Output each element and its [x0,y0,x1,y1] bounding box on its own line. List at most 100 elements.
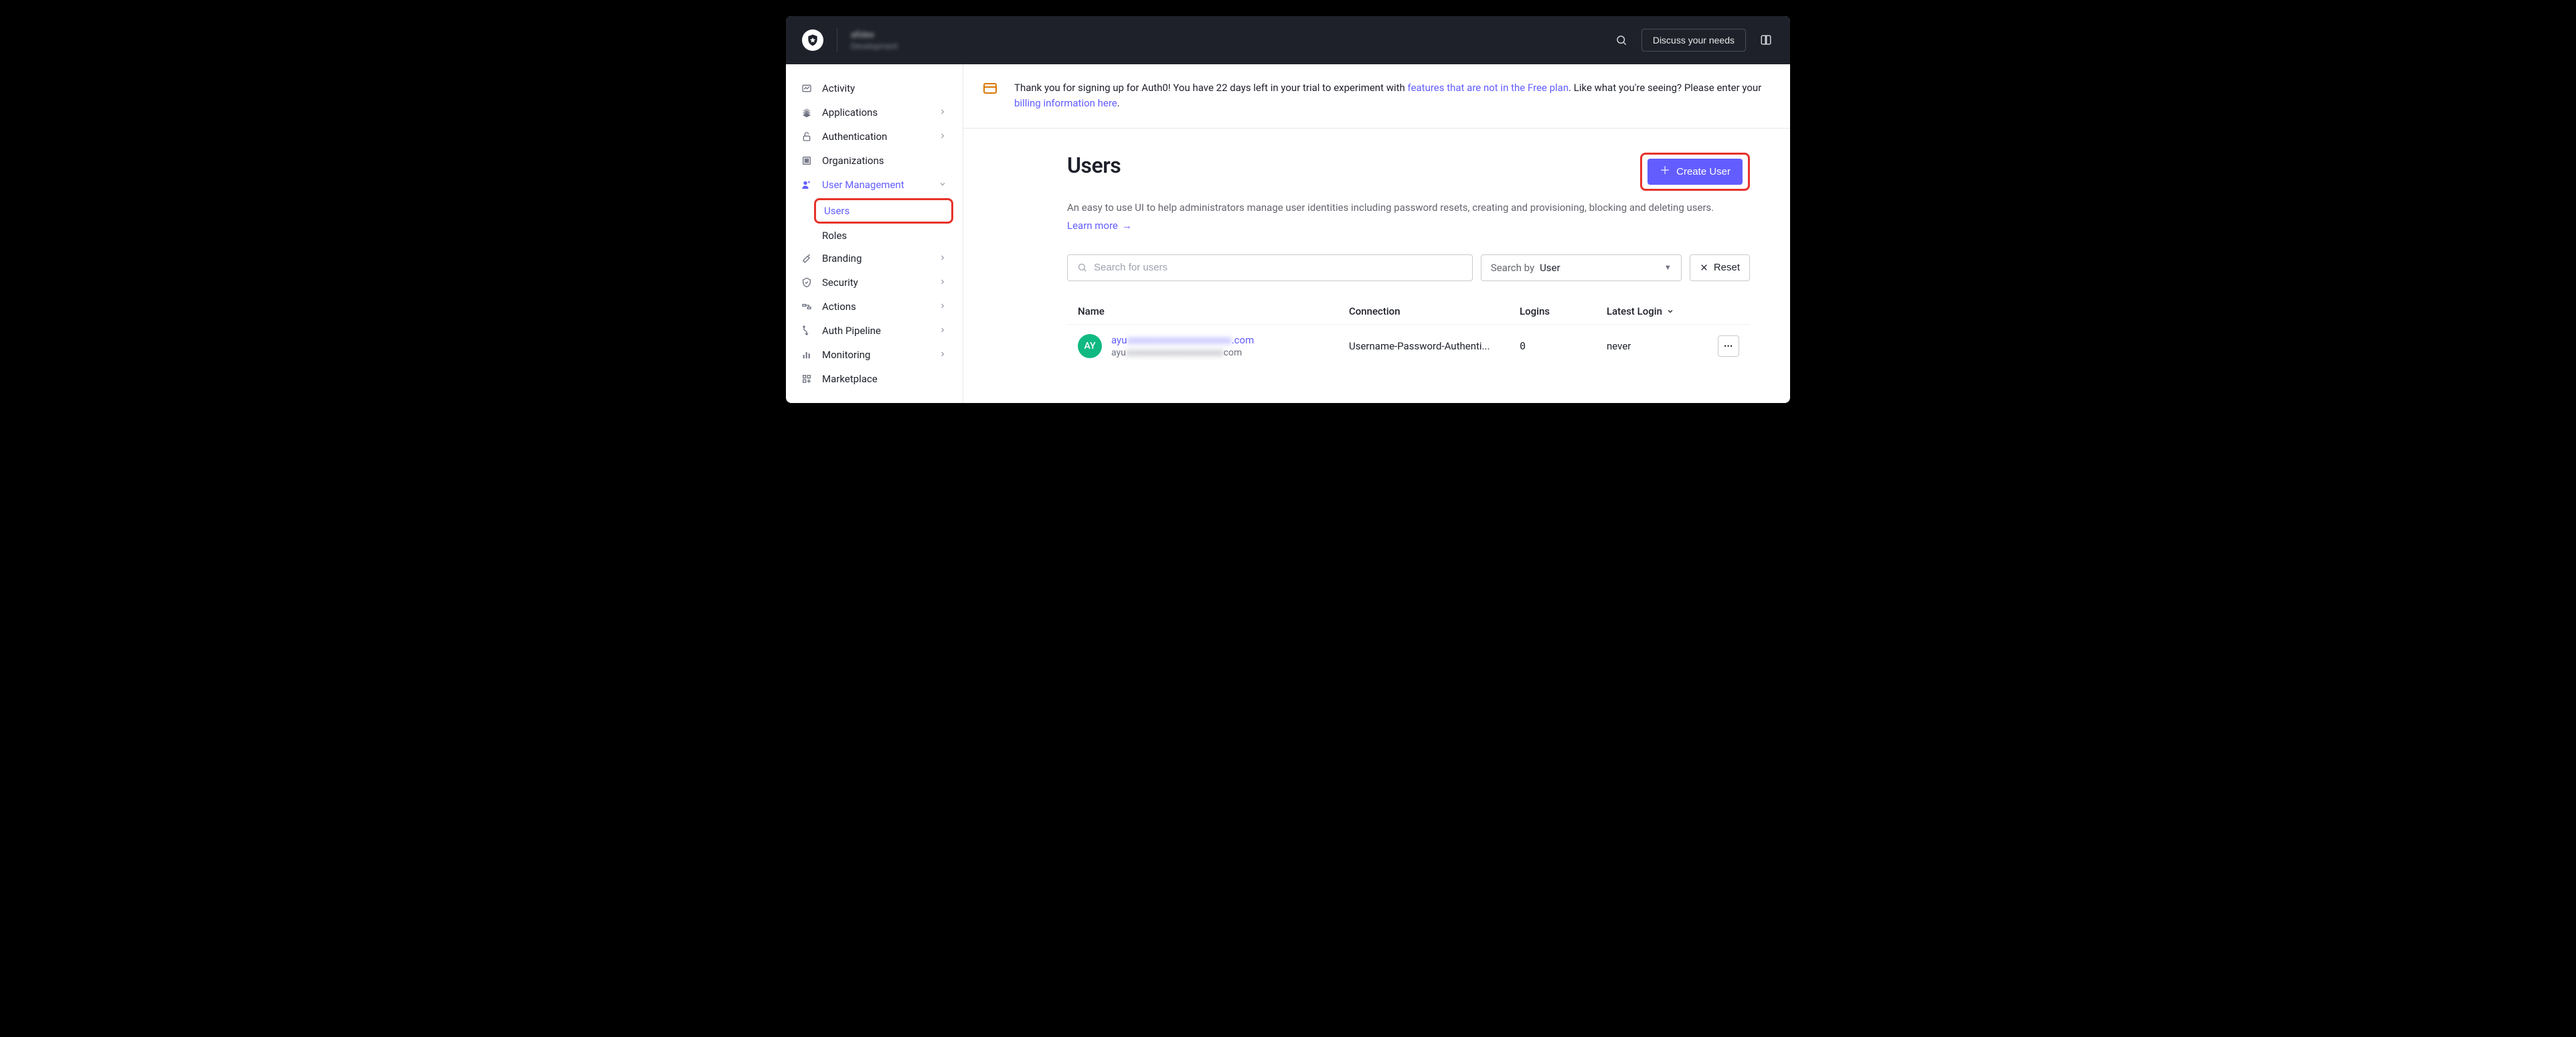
sidebar-item-label: Security [822,276,858,289]
sidebar-item-label: Branding [822,252,862,264]
sidebar-item-activity[interactable]: Activity [786,76,963,100]
users-table: Name Connection Logins Latest Login AY [1067,299,1750,368]
search-controls: Search by User ▼ Reset [1067,254,1750,281]
book-icon [1760,34,1772,46]
banner-text-mid: . Like what you're seeing? Please enter … [1568,82,1761,94]
reset-button[interactable]: Reset [1690,254,1750,281]
sidebar: Activity Applications Authentication [786,64,963,403]
ellipsis-icon: ⋯ [1724,341,1733,351]
cell-logins: 0 [1520,340,1607,352]
tenant-env: Development [851,42,898,51]
sidebar-item-label: Applications [822,106,878,118]
user-email-link[interactable]: ayuxxxxxxxxxxxxxxxxxxxxx.com [1111,334,1254,346]
create-user-button[interactable]: ＋ Create User [1647,159,1743,185]
sidebar-sub-label: Roles [822,230,847,242]
sidebar-sub-label: Users [824,205,850,217]
discuss-needs-button[interactable]: Discuss your needs [1641,29,1746,52]
body: Activity Applications Authentication [786,64,1790,403]
brand-logo[interactable] [802,29,823,51]
auth-pipeline-icon [801,325,813,337]
sidebar-item-label: Auth Pipeline [822,325,881,337]
sidebar-item-label: Actions [822,301,856,313]
chevron-right-icon [939,326,948,335]
banner-text: Thank you for signing up for Auth0! You … [1014,80,1763,112]
docs-button[interactable] [1758,32,1774,48]
row-actions-button[interactable]: ⋯ [1718,335,1739,357]
sidebar-item-auth-pipeline[interactable]: Auth Pipeline [786,319,963,343]
search-by-label: Search by [1491,262,1534,274]
branding-icon [801,252,813,264]
search-box[interactable] [1067,254,1473,281]
sidebar-sub-roles[interactable]: Roles [786,225,963,246]
banner-link-billing[interactable]: billing information here [1014,97,1117,109]
sidebar-item-applications[interactable]: Applications [786,100,963,125]
sidebar-item-monitoring[interactable]: Monitoring [786,343,963,367]
learn-more-link[interactable]: Learn more → [1067,220,1132,232]
organizations-icon [801,155,813,167]
chevron-right-icon [939,108,948,117]
chevron-right-icon [939,132,948,141]
sidebar-item-label: Marketplace [822,373,878,385]
sidebar-item-user-management[interactable]: User Management [786,173,963,197]
sidebar-item-authentication[interactable]: Authentication [786,125,963,149]
sidebar-item-label: Authentication [822,131,887,143]
sidebar-item-organizations[interactable]: Organizations [786,149,963,173]
tenant-name: afidex [851,30,898,40]
table-header: Name Connection Logins Latest Login [1067,299,1750,324]
sub-suffix: com [1224,347,1242,358]
create-user-highlight: ＋ Create User [1640,153,1750,191]
monitoring-icon [801,349,813,361]
col-header-logins: Logins [1520,305,1607,317]
shield-star-icon [806,33,819,47]
sub-prefix: ayu [1111,347,1126,358]
col-header-connection: Connection [1349,305,1520,317]
reset-label: Reset [1714,262,1740,273]
email-blurred: xxxxxxxxxxxxxxxxxxxxx [1127,334,1231,346]
sidebar-item-marketplace[interactable]: Marketplace [786,367,963,391]
create-user-label: Create User [1676,166,1730,177]
app-window: afidex Development Discuss your needs [786,16,1790,403]
sidebar-item-branding[interactable]: Branding [786,246,963,270]
chevron-right-icon [939,350,948,360]
col-header-latest-label: Latest Login [1607,305,1662,317]
sidebar-item-label: Activity [822,82,855,94]
cell-connection: Username-Password-Authenti... [1349,340,1520,352]
search-button[interactable] [1613,32,1629,48]
search-icon [1077,262,1087,272]
banner-text-post: . [1117,97,1120,109]
page-header: Users ＋ Create User [1067,153,1750,191]
email-prefix: ayu [1111,334,1127,346]
cell-name: AY ayuxxxxxxxxxxxxxxxxxxxxx.com ayuxxxxx… [1078,334,1349,358]
banner-text-pre: Thank you for signing up for Auth0! You … [1014,82,1408,94]
trial-banner: Thank you for signing up for Auth0! You … [963,64,1790,129]
user-management-icon [801,179,813,191]
actions-icon [801,301,813,313]
topbar: afidex Development Discuss your needs [786,16,1790,64]
main-content: Thank you for signing up for Auth0! You … [963,64,1790,403]
search-input[interactable] [1087,262,1463,273]
sidebar-item-label: Monitoring [822,349,870,361]
col-header-latest-login[interactable]: Latest Login [1607,305,1706,317]
chevron-right-icon [939,302,948,311]
chevron-right-icon [939,254,948,263]
sidebar-item-label: Organizations [822,155,884,167]
chevron-down-icon [1666,307,1674,315]
search-by-value: User [1540,262,1560,274]
tenant-selector[interactable]: afidex Development [851,30,898,51]
learn-more-label: Learn more [1067,220,1118,232]
arrow-right-icon: → [1122,220,1132,232]
col-header-actions [1706,305,1739,317]
sidebar-item-actions[interactable]: Actions [786,295,963,319]
sidebar-item-security[interactable]: Security [786,270,963,295]
user-sub: ayuxxxxxxxxxxxxxxxxxxxxxcom [1111,347,1254,358]
banner-link-features[interactable]: features that are not in the Free plan [1408,82,1569,94]
activity-icon [801,82,813,94]
logo-area: afidex Development [802,28,898,52]
security-icon [801,276,813,289]
page-title: Users [1067,153,1121,178]
sidebar-item-label: User Management [822,179,904,191]
search-by-select[interactable]: Search by User ▼ [1481,254,1682,281]
sidebar-sub-users[interactable]: Users [814,198,953,224]
col-header-name: Name [1078,305,1349,317]
page-content: Users ＋ Create User An easy to use UI to… [1040,129,1777,381]
